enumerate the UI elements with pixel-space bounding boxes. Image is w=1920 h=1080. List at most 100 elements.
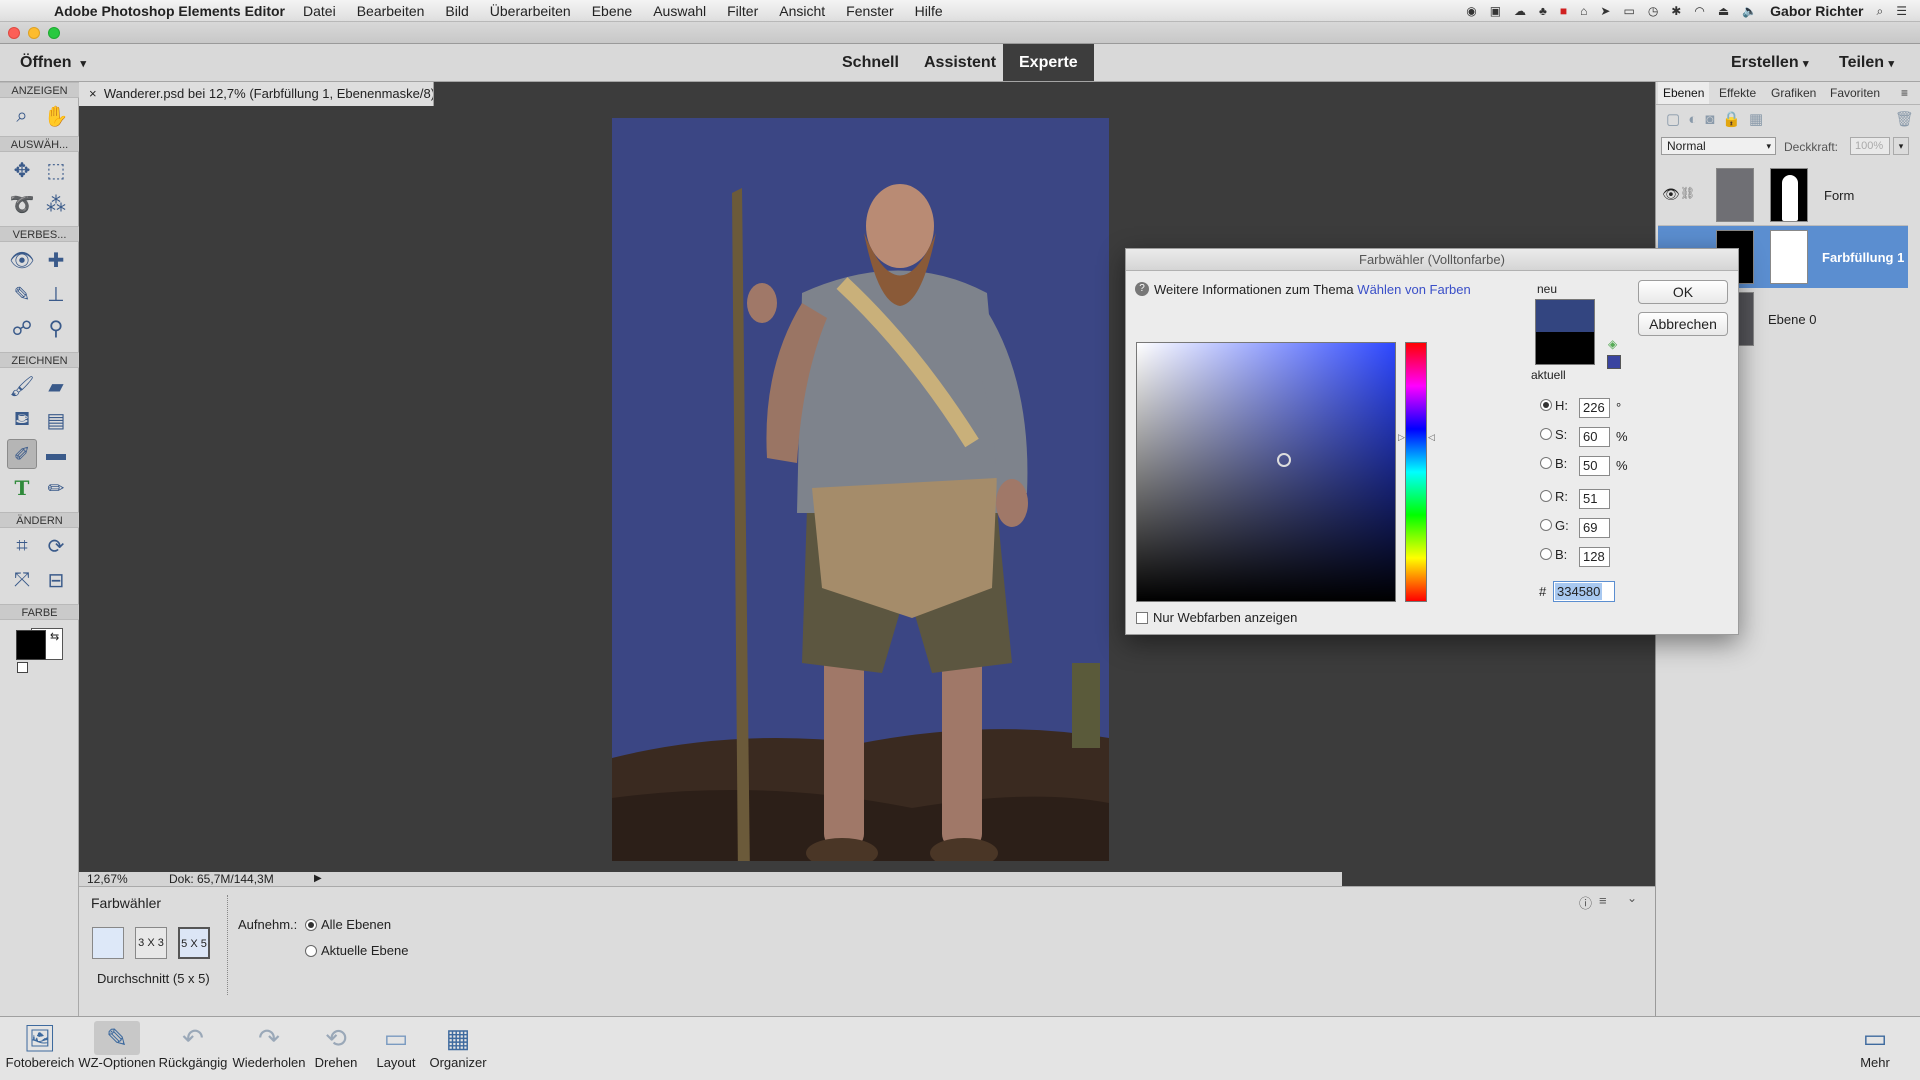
display-icon[interactable]: ▣ <box>1490 4 1501 18</box>
recompose-tool-icon[interactable]: ⟳ <box>41 531 71 561</box>
delete-layer-icon[interactable]: 🗑 <box>1895 110 1914 128</box>
sample-5x5-button[interactable]: 5 X 5 <box>178 927 210 959</box>
menu-bearbeiten[interactable]: Bearbeiten <box>357 3 425 19</box>
status-menu-arrow-icon[interactable]: ▶ <box>314 872 322 886</box>
hue-slider-right-arrow-icon[interactable]: ◁ <box>1428 432 1435 443</box>
mode-quick[interactable]: Schnell <box>826 44 915 81</box>
paint-bucket-icon[interactable]: ⛾ <box>7 405 37 435</box>
radio-green[interactable] <box>1540 519 1552 531</box>
menu-fenster[interactable]: Fenster <box>846 3 893 19</box>
clone-stamp-icon[interactable]: ⊥ <box>41 279 71 309</box>
radio-current-layer-label[interactable]: Aktuelle Ebene <box>321 943 408 958</box>
menu-bild[interactable]: Bild <box>445 3 468 19</box>
share-menu[interactable]: Teilen ▾ <box>1839 54 1894 72</box>
cancel-button[interactable]: Abbrechen <box>1638 312 1728 336</box>
evernote-icon[interactable]: ♣ <box>1539 4 1547 18</box>
wifi-icon[interactable]: ◠ <box>1694 4 1704 18</box>
adjustment-layer-icon[interactable]: ◐ <box>1688 111 1705 128</box>
lasso-tool-icon[interactable]: ➰ <box>7 189 37 219</box>
app-icon[interactable]: ■ <box>1560 4 1567 18</box>
red-input[interactable]: 51 <box>1579 489 1610 509</box>
blur-tool-icon[interactable]: ☍ <box>7 313 37 343</box>
blue-input[interactable]: 128 <box>1579 547 1610 567</box>
zoom-window-button[interactable] <box>48 27 60 39</box>
close-tab-icon[interactable]: × <box>89 86 97 101</box>
eject-icon[interactable]: ⏏ <box>1718 4 1729 18</box>
sample-point-button[interactable] <box>92 927 124 959</box>
current-color-swatch[interactable] <box>1536 332 1594 364</box>
radio-current-layer[interactable] <box>305 945 317 957</box>
eraser-tool-icon[interactable]: ▰ <box>41 371 71 401</box>
tab-favorites[interactable]: Favoriten <box>1825 82 1885 104</box>
saturation-input[interactable]: 60 <box>1579 427 1610 447</box>
record-icon[interactable]: ◉ <box>1466 4 1476 18</box>
radio-red[interactable] <box>1540 490 1552 502</box>
help-icon[interactable]: ⓘ <box>1579 893 1592 912</box>
radio-all-layers[interactable] <box>305 919 317 931</box>
app-menu[interactable]: Adobe Photoshop Elements Editor <box>54 3 285 19</box>
zoom-level[interactable]: 12,67% <box>87 872 128 886</box>
radio-hue[interactable] <box>1540 399 1552 411</box>
text-tool-icon[interactable]: T <box>7 473 37 503</box>
eyedropper-tool-icon[interactable]: ✐ <box>7 439 37 469</box>
open-button[interactable]: Öffnen ▾ <box>20 54 86 72</box>
new-layer-icon[interactable]: ▢ <box>1666 111 1688 128</box>
menu-hilfe[interactable]: Hilfe <box>915 3 943 19</box>
web-safe-color-swatch[interactable] <box>1607 355 1621 369</box>
notification-icon[interactable]: ☰ <box>1896 4 1907 18</box>
more-button[interactable]: ▭ Mehr <box>1835 1021 1915 1070</box>
lock-icon[interactable]: 🔒 <box>1722 111 1749 128</box>
radio-brightness[interactable] <box>1540 457 1552 469</box>
hand-tool-icon[interactable]: ✋ <box>41 101 71 131</box>
ok-button[interactable]: OK <box>1638 280 1728 304</box>
marquee-tool-icon[interactable]: ⬚ <box>41 155 71 185</box>
sample-3x3-button[interactable]: 3 X 3 <box>135 927 167 959</box>
smart-brush-icon[interactable]: ✎ <box>7 279 37 309</box>
foreground-color-swatch[interactable] <box>16 630 46 660</box>
spotlight-icon[interactable]: ⌕ <box>1877 4 1884 19</box>
create-menu[interactable]: Erstellen ▾ <box>1731 54 1809 72</box>
organizer-button[interactable]: ▦ Organizer <box>413 1021 503 1070</box>
menu-filter[interactable]: Filter <box>727 3 758 19</box>
content-move-icon[interactable]: ⤧ <box>7 565 37 595</box>
web-colors-label[interactable]: Nur Webfarben anzeigen <box>1153 610 1297 625</box>
web-colors-checkbox[interactable] <box>1136 612 1148 624</box>
document-tab[interactable]: × Wanderer.psd bei 12,7% (Farbfüllung 1,… <box>79 82 434 106</box>
link-icon[interactable]: ⛓ <box>1680 186 1695 200</box>
share-icon[interactable]: ➤ <box>1600 4 1610 18</box>
brush-tool-icon[interactable]: 🖌 <box>7 371 37 401</box>
zoom-tool-icon[interactable]: ⌕ <box>7 101 37 131</box>
volume-icon[interactable]: 🔈 <box>1742 4 1757 18</box>
radio-all-layers-label[interactable]: Alle Ebenen <box>321 917 391 932</box>
color-help-link[interactable]: Wählen von Farben <box>1357 282 1470 297</box>
menu-auswahl[interactable]: Auswahl <box>653 3 706 19</box>
radio-blue[interactable] <box>1540 548 1552 560</box>
color-field-cursor[interactable] <box>1277 453 1291 467</box>
red-eye-tool-icon[interactable]: 👁 <box>7 245 37 275</box>
hue-input[interactable]: 226 <box>1579 398 1610 418</box>
menu-ueberarbeiten[interactable]: Überarbeiten <box>490 3 571 19</box>
blend-mode-select[interactable]: Normal ▾ <box>1661 137 1776 155</box>
magic-wand-icon[interactable]: ⁂ <box>41 189 71 219</box>
brightness-input[interactable]: 50 <box>1579 456 1610 476</box>
tab-effects[interactable]: Effekte <box>1714 82 1761 104</box>
default-colors-icon[interactable] <box>17 662 28 673</box>
minimize-window-button[interactable] <box>28 27 40 39</box>
cloud-icon[interactable]: ☁ <box>1514 4 1526 18</box>
eye-icon[interactable]: 👁 <box>1662 186 1680 203</box>
bluetooth-icon[interactable]: ✱ <box>1671 4 1681 18</box>
menu-datei[interactable]: Datei <box>303 3 336 19</box>
straighten-tool-icon[interactable]: ⊟ <box>41 565 71 595</box>
shape-tool-icon[interactable]: ▬ <box>41 439 71 469</box>
gamut-warning-icon[interactable]: ◈ <box>1608 337 1617 351</box>
tab-graphics[interactable]: Grafiken <box>1766 82 1821 104</box>
opacity-input[interactable]: 100% <box>1850 137 1890 155</box>
panel-menu-icon[interactable]: ≡ <box>1896 82 1913 104</box>
layer-mask-icon[interactable]: ◙ <box>1705 111 1722 128</box>
collapse-options-icon[interactable]: ⌄ <box>1627 891 1637 905</box>
move-tool-icon[interactable]: ✥ <box>7 155 37 185</box>
menu-ansicht[interactable]: Ansicht <box>779 3 825 19</box>
lock-transparency-icon[interactable]: ▦ <box>1749 111 1771 128</box>
bag-icon[interactable]: ⌂ <box>1580 4 1587 18</box>
user-name[interactable]: Gabor Richter <box>1770 3 1863 19</box>
